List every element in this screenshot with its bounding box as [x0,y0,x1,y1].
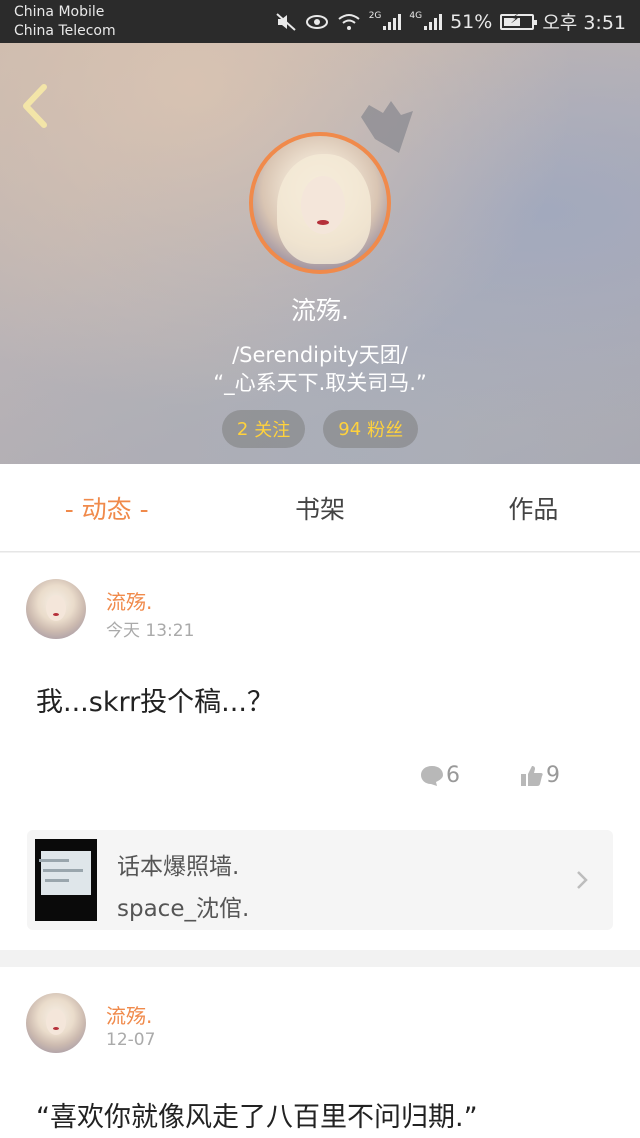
shared-thumbnail [35,839,97,921]
shared-title: 话本爆照墙. [117,854,240,880]
followers-count: 94 [338,418,362,440]
signature-line-2: “_心系天下.取关司马.” [213,371,427,395]
back-arrow-icon[interactable] [18,83,52,129]
followers-label: 粉丝 [367,420,404,441]
feed-post[interactable]: 流殇. 12-07 “喜欢你就像风走了八百里不问归期.” [0,967,640,1138]
post-content: “喜欢你就像风走了八百里不问归期.” [36,1102,478,1133]
tab-bookshelf[interactable]: 书架 [213,490,426,526]
battery-icon: ⚡ [500,12,538,30]
following-button[interactable]: 2 关注 [221,410,306,448]
shared-subtitle: space_沈倌. [117,896,250,922]
following-count: 2 [236,418,249,440]
post-author-name[interactable]: 流殇. [106,586,152,615]
chevron-right-icon [577,871,588,889]
signature-line-1: /Serendipity天团/ [232,343,408,367]
profile-signature: /Serendipity天团/ “_心系天下.取关司马.” [0,341,640,397]
carrier-info: China Mobile China Telecom [14,3,116,41]
signal-1-label: 2G [368,10,382,21]
like-count: 9 [546,763,560,788]
profile-username: 流殇. [291,296,349,325]
status-bar: China Mobile China Telecom 2G 4G 51% ⚡ 오… [0,0,640,43]
signal-2-label: 4G [409,10,423,21]
profile-avatar[interactable] [249,132,391,274]
profile-stats: 2 关注 94 粉丝 [0,410,640,448]
signal-1-bars-icon [383,13,402,30]
tab-works[interactable]: 作品 [427,490,640,526]
post-author-name[interactable]: 流殇. [106,1000,152,1029]
post-author-avatar[interactable] [26,993,86,1053]
thumbs-up-icon [521,765,543,786]
comment-count: 6 [446,763,460,788]
comment-button[interactable]: 6 [420,763,460,788]
mute-icon [276,12,296,31]
followers-button[interactable]: 94 粉丝 [323,410,419,448]
battery-percent: 51% [450,10,493,33]
comment-icon [421,765,443,786]
carrier-primary: China Mobile [14,3,105,20]
like-button[interactable]: 9 [520,763,560,788]
eye-icon [305,14,328,29]
profile-header: 流殇. /Serendipity天团/ “_心系天下.取关司马.” 2 关注 9… [0,43,640,464]
post-author-avatar[interactable] [26,579,86,639]
profile-tabs: - 动态 - 书架 作品 [0,464,640,552]
post-timestamp: 12-07 [106,1030,156,1050]
carrier-secondary: China Telecom [14,22,116,39]
signal-2-bars-icon [424,13,443,30]
post-actions: 6 9 [420,763,560,788]
tab-activity[interactable]: - 动态 - [0,490,213,526]
shared-topic-card[interactable]: 话本爆照墙. space_沈倌. [27,830,613,930]
wifi-icon [338,13,360,30]
post-content: 我...skrr投个稿...？ [36,687,274,718]
following-label: 关注 [254,420,291,441]
feed-post[interactable]: 流殇. 今天 13:21 我...skrr投个稿...？ 6 9 话本爆照墙. … [0,553,640,950]
status-icons: 2G 4G 51% ⚡ 오후 3:51 [275,8,626,35]
post-timestamp: 今天 13:21 [106,621,195,641]
clock: 오후 3:51 [542,12,626,34]
